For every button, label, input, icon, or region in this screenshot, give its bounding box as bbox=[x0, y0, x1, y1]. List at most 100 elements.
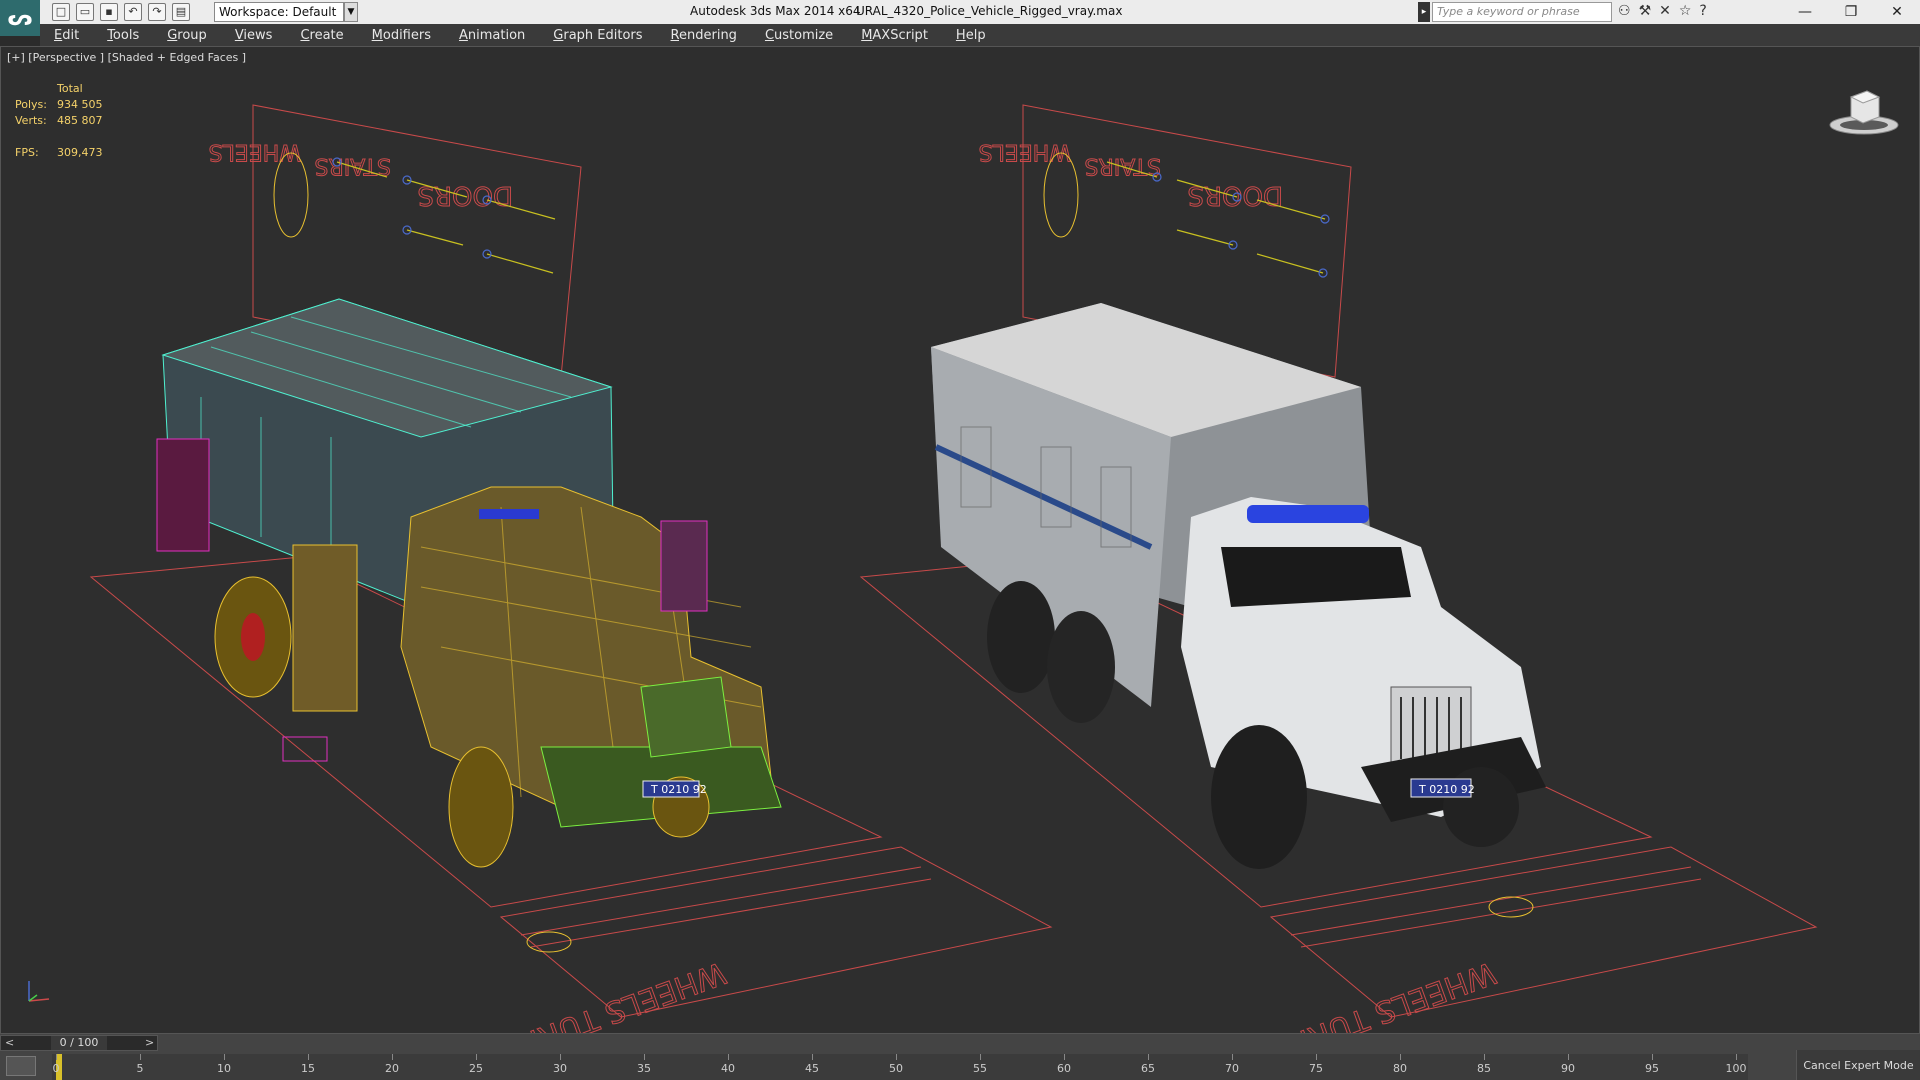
timeline-tick-label: 90 bbox=[1561, 1062, 1575, 1075]
workspace-dropdown[interactable]: Workspace: Default bbox=[214, 2, 344, 22]
timeline-tick-label: 60 bbox=[1057, 1062, 1071, 1075]
fps-label: FPS: bbox=[15, 146, 39, 159]
timeline-tick-label: 65 bbox=[1141, 1062, 1155, 1075]
restore-icon[interactable]: ❐ bbox=[1828, 0, 1874, 24]
timeline-tick-label: 40 bbox=[721, 1062, 735, 1075]
timeline-tick bbox=[224, 1054, 225, 1060]
menu-item-maxscript[interactable]: MAXScript bbox=[847, 28, 942, 43]
fps-value: 309,473 bbox=[57, 146, 103, 159]
menu-item-create[interactable]: Create bbox=[286, 28, 357, 43]
menu-item-help[interactable]: Help bbox=[942, 28, 1000, 43]
timeline-tick-label: 20 bbox=[385, 1062, 399, 1075]
close-icon[interactable]: ✕ bbox=[1874, 0, 1920, 24]
timeline-tick bbox=[1064, 1054, 1065, 1060]
timeline-tick bbox=[56, 1054, 57, 1060]
menu-item-modifiers[interactable]: Modifiers bbox=[358, 28, 445, 43]
right-panel-sliders bbox=[1106, 161, 1330, 278]
timeline-tick-label: 35 bbox=[637, 1062, 651, 1075]
menu-item-animation[interactable]: Animation bbox=[445, 28, 539, 43]
timeline-tick bbox=[1400, 1054, 1401, 1060]
cancel-expert-mode-button[interactable]: Cancel Expert Mode bbox=[1796, 1050, 1920, 1080]
viewport-label[interactable]: [+] [Perspective ] [Shaded + Edged Faces… bbox=[7, 51, 246, 64]
perspective-viewport[interactable]: WHEELS TURNS WHEELS STAIRS DOORS Т 0210 … bbox=[0, 46, 1920, 1034]
window-controls: — ❐ ✕ bbox=[1782, 0, 1920, 24]
shaded-truck: Т 0210 92 bbox=[931, 303, 1546, 869]
menu-item-edit[interactable]: Edit bbox=[40, 28, 93, 43]
menu-item-graph-editors[interactable]: Graph Editors bbox=[539, 28, 656, 43]
open-icon[interactable]: ▭ bbox=[76, 3, 94, 21]
timeline-tick-label: 75 bbox=[1309, 1062, 1323, 1075]
timeline-tick-label: 45 bbox=[805, 1062, 819, 1075]
subscription-icon[interactable]: ⚒ bbox=[1639, 3, 1652, 19]
app-menu-button[interactable]: ᔕ bbox=[0, 0, 40, 36]
axis-tripod-icon bbox=[28, 981, 50, 1002]
timeline-tick-label: 70 bbox=[1225, 1062, 1239, 1075]
binoculars-icon[interactable]: ⚇ bbox=[1618, 3, 1631, 19]
left-license-plate: Т 0210 92 bbox=[650, 783, 707, 796]
document-title: URAL_4320_Police_Vehicle_Rigged_vray.max bbox=[856, 4, 1123, 18]
timeline-tick bbox=[980, 1054, 981, 1060]
undo-icon[interactable]: ↶ bbox=[124, 3, 142, 21]
timeline-tick bbox=[1316, 1054, 1317, 1060]
redo-icon[interactable]: ↷ bbox=[148, 3, 166, 21]
prev-frame-button[interactable]: < bbox=[5, 1036, 14, 1050]
timeline-tick bbox=[1652, 1054, 1653, 1060]
left-floor-label: WHEELS TURNS bbox=[495, 954, 731, 1033]
app-logo-icon: ᔕ bbox=[7, 5, 33, 31]
viewcube-icon[interactable] bbox=[1829, 83, 1899, 137]
project-folder-icon[interactable]: ▤ bbox=[172, 3, 190, 21]
new-icon[interactable]: □ bbox=[52, 3, 70, 21]
timeline-tick bbox=[392, 1054, 393, 1060]
timeline-tick-label: 5 bbox=[136, 1062, 144, 1075]
next-frame-button[interactable]: > bbox=[145, 1036, 154, 1050]
right-panel-wheels-label: WHEELS bbox=[979, 139, 1071, 164]
timeline-tick bbox=[1148, 1054, 1149, 1060]
favorites-star-icon[interactable]: ☆ bbox=[1679, 3, 1692, 19]
chevron-down-icon[interactable]: ▼ bbox=[344, 2, 358, 22]
app-title: Autodesk 3ds Max 2014 x64 bbox=[690, 4, 861, 18]
help-icon[interactable]: ? bbox=[1699, 3, 1706, 19]
timeline-tick bbox=[140, 1054, 141, 1060]
menu-item-views[interactable]: Views bbox=[221, 28, 287, 43]
timeline-tick bbox=[812, 1054, 813, 1060]
mini-curve-editor-toggle[interactable] bbox=[6, 1056, 36, 1076]
right-panel-doors-label: DOORS bbox=[1187, 180, 1283, 210]
timeline-tick-label: 85 bbox=[1477, 1062, 1491, 1075]
polys-value: 934 505 bbox=[57, 98, 103, 111]
timeline-tick-label: 95 bbox=[1645, 1062, 1659, 1075]
right-license-plate: Т 0210 92 bbox=[1418, 783, 1475, 796]
wireframe-truck: Т 0210 92 bbox=[156, 298, 782, 868]
menu-item-rendering[interactable]: Rendering bbox=[657, 28, 751, 43]
left-panel-wheels-label: WHEELS bbox=[209, 139, 301, 164]
time-slider[interactable]: < 0 / 100 > bbox=[0, 1035, 158, 1051]
scene-canvas: WHEELS TURNS WHEELS STAIRS DOORS Т 0210 … bbox=[89, 104, 1818, 1033]
search-input[interactable]: Type a keyword or phrase bbox=[1432, 2, 1612, 22]
communication-icon[interactable]: ✕ bbox=[1659, 3, 1671, 19]
timeline-tick-label: 100 bbox=[1725, 1062, 1747, 1075]
verts-value: 485 807 bbox=[57, 114, 103, 127]
search-expand-icon[interactable]: ▸ bbox=[1418, 2, 1430, 22]
timeline-tick bbox=[1568, 1054, 1569, 1060]
quick-access-toolbar: □ ▭ ▪ ↶ ↷ ▤ bbox=[52, 3, 190, 21]
left-wheel-turn-handle bbox=[526, 931, 572, 953]
stats-header: Total bbox=[57, 82, 83, 95]
minimize-icon[interactable]: — bbox=[1782, 0, 1828, 24]
menu-item-group[interactable]: Group bbox=[153, 28, 221, 43]
timeline-tick bbox=[308, 1054, 309, 1060]
left-panel-doors-label: DOORS bbox=[417, 180, 513, 210]
menu-bar: Edit Tools Group Views Create Modifiers Animat… bbox=[40, 24, 1920, 46]
timeline-tick-label: 55 bbox=[973, 1062, 987, 1075]
menu-item-tools[interactable]: Tools bbox=[93, 28, 153, 43]
save-icon[interactable]: ▪ bbox=[100, 3, 118, 21]
timeline-tick-label: 15 bbox=[301, 1062, 315, 1075]
timeline-tick-label: 50 bbox=[889, 1062, 903, 1075]
right-floor-label: WHEELS TURNS bbox=[1265, 954, 1501, 1033]
timeline-tick bbox=[1484, 1054, 1485, 1060]
track-bar[interactable]: 0 5 10 15 20 25 30 35 40 45 50 55 60 65 70 75 80 85 90 95 10… bbox=[52, 1054, 1748, 1080]
menu-item-customize[interactable]: Customize bbox=[751, 28, 847, 43]
timeline-tick-label: 25 bbox=[469, 1062, 483, 1075]
timeline-tick bbox=[1232, 1054, 1233, 1060]
timeline-tick bbox=[644, 1054, 645, 1060]
time-slider-value[interactable]: 0 / 100 bbox=[51, 1036, 107, 1050]
timeline-tick-label: 80 bbox=[1393, 1062, 1407, 1075]
